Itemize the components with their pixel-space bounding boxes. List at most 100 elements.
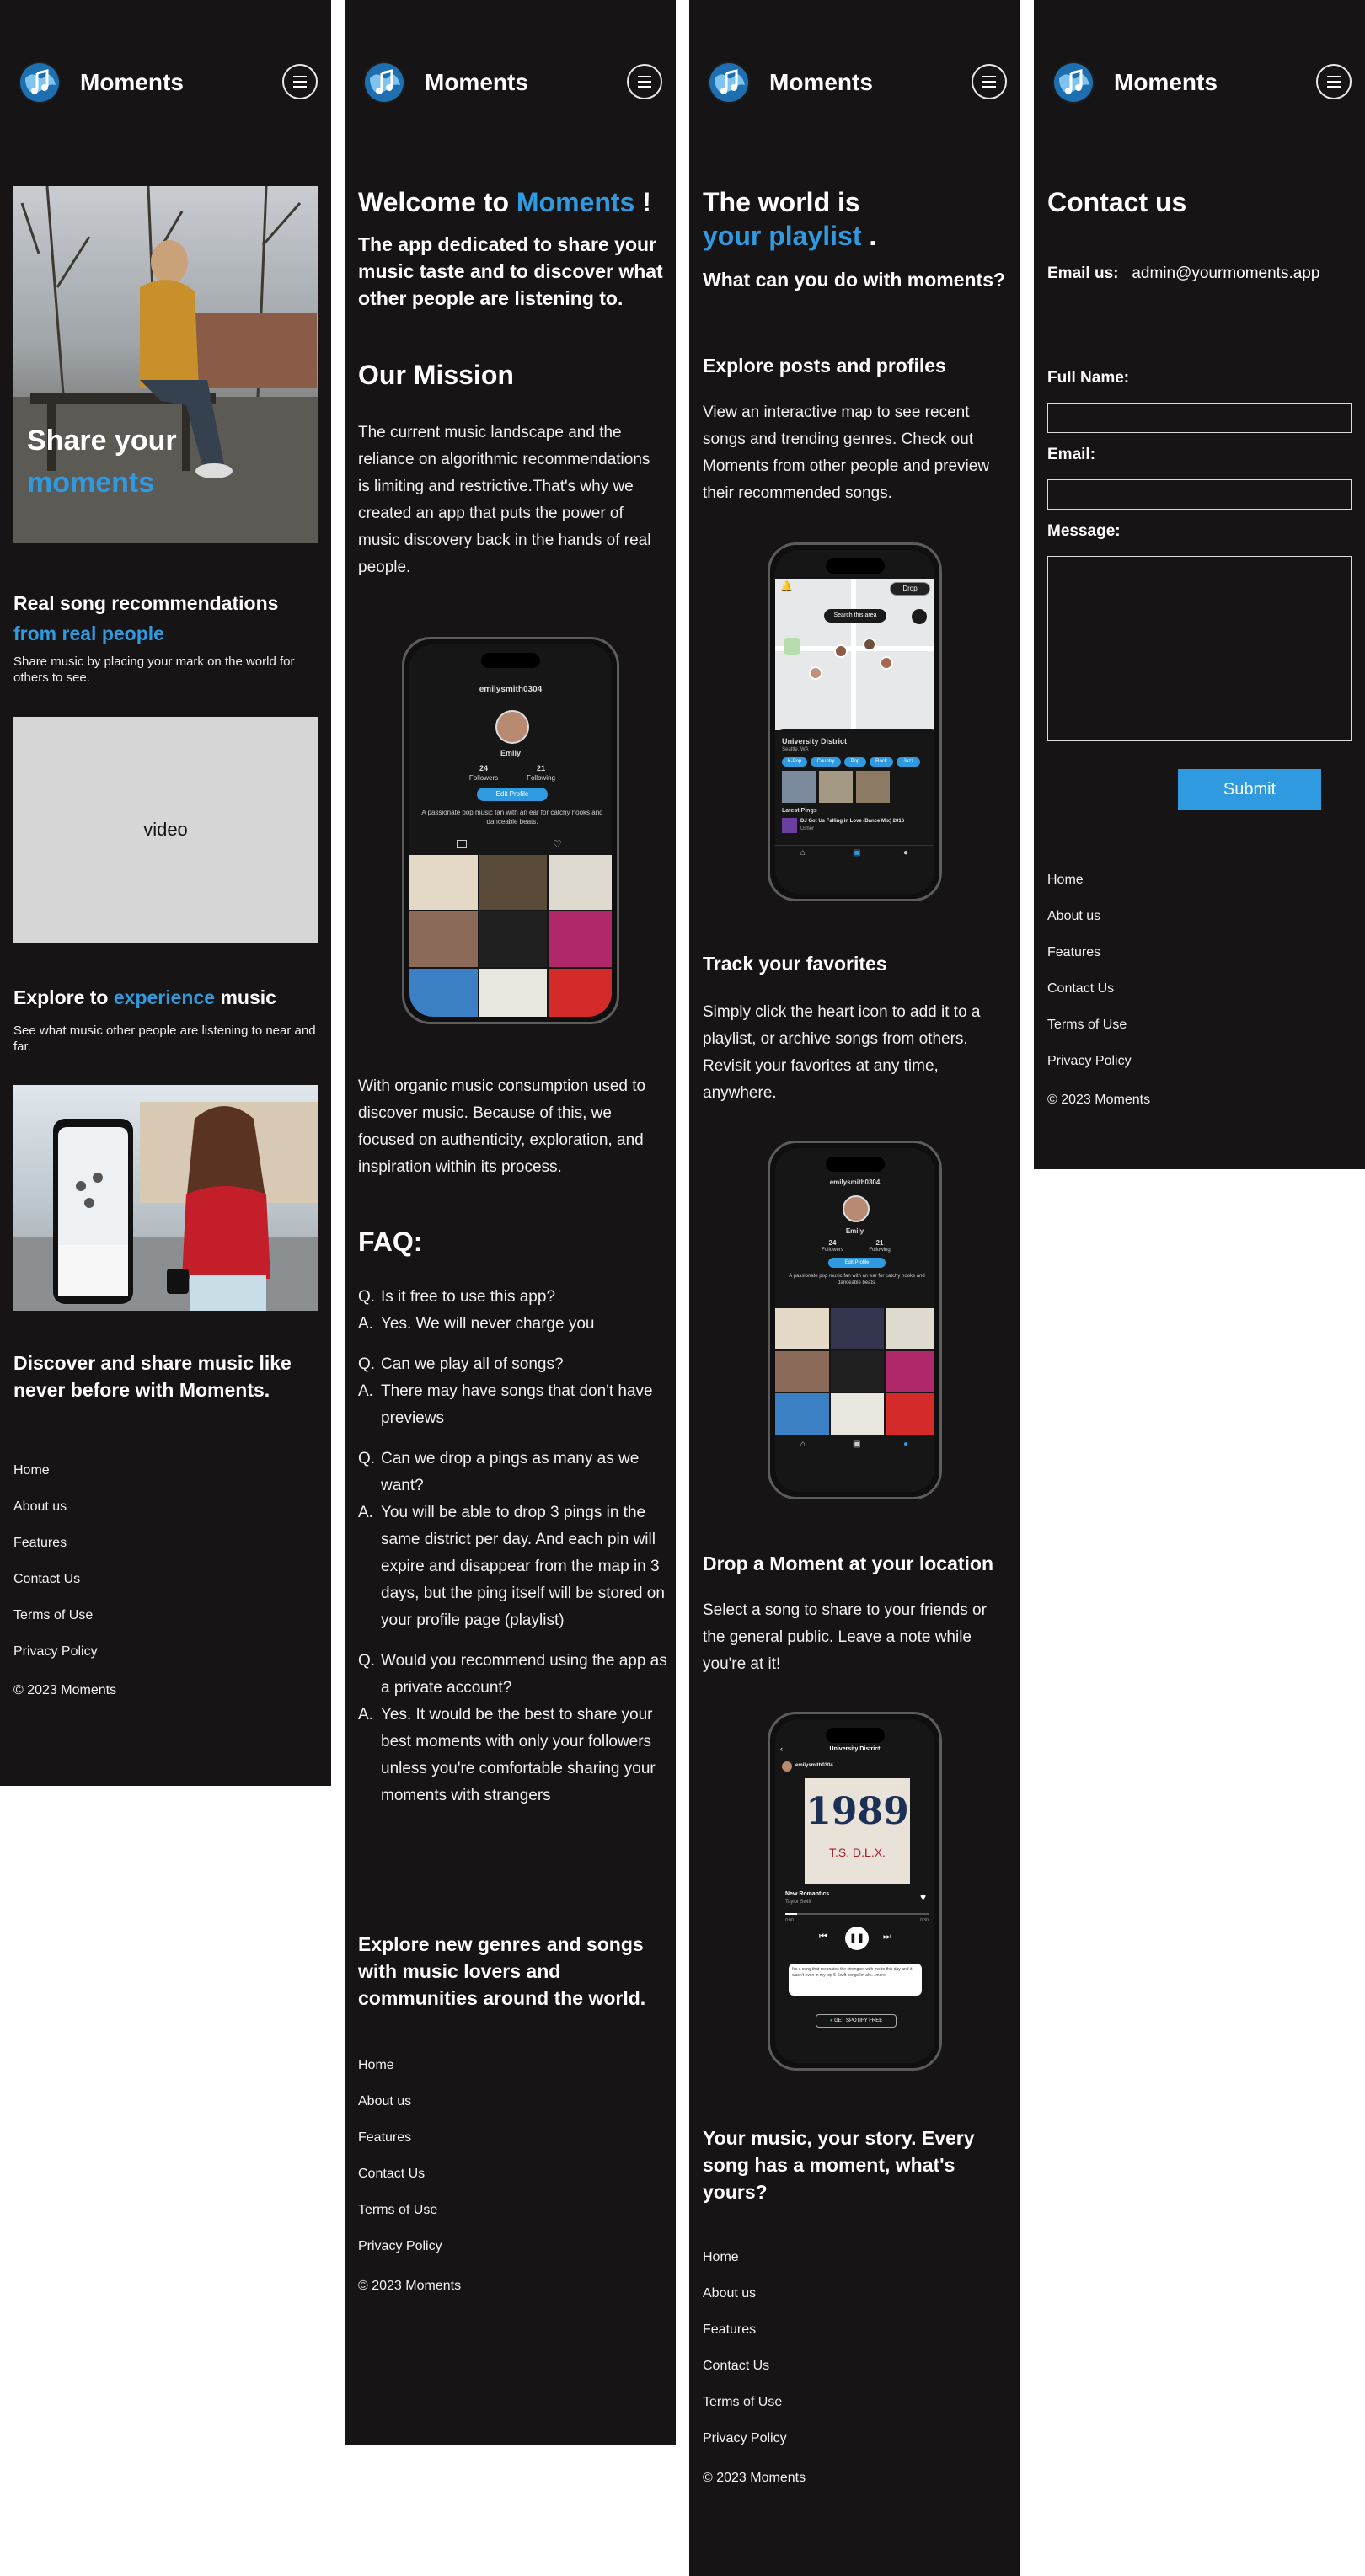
explore-image [13, 1085, 318, 1311]
email-field[interactable] [1047, 479, 1352, 510]
footer-link-about[interactable]: About us [13, 1499, 98, 1535]
footer-link-privacy[interactable]: Privacy Policy [358, 2238, 442, 2274]
message-field[interactable] [1047, 556, 1352, 741]
album-cover[interactable] [410, 911, 478, 967]
profile-tab-icon[interactable]: ● [903, 848, 908, 858]
footer-link-terms[interactable]: Terms of Use [1047, 1017, 1132, 1053]
archive-icon[interactable] [457, 840, 467, 848]
map-view[interactable]: 🔔 Drop Search this area [775, 579, 934, 730]
genre-tag[interactable]: Country [811, 757, 841, 767]
album-cover[interactable] [886, 1393, 934, 1435]
footer-link-privacy[interactable]: Privacy Policy [13, 1643, 98, 1680]
footer-link-contact[interactable]: Contact Us [13, 1571, 98, 1607]
footer-link-features[interactable]: Features [13, 1535, 98, 1571]
locate-icon[interactable] [912, 609, 927, 624]
hamburger-menu-icon[interactable] [1316, 64, 1352, 99]
email-link[interactable]: admin@yourmoments.app [1132, 265, 1320, 282]
footer-link-privacy[interactable]: Privacy Policy [703, 2430, 787, 2466]
globe-music-note-icon[interactable] [708, 61, 750, 104]
footer-link-about[interactable]: About us [1047, 908, 1132, 944]
album-art: 1989 T.S. D.L.X. [805, 1778, 910, 1884]
album-cover[interactable] [886, 1350, 934, 1392]
next-icon[interactable]: ⏭ [883, 1932, 891, 1943]
progress-track[interactable] [785, 1913, 929, 1915]
heart-icon[interactable]: ♡ [553, 838, 562, 850]
footer-link-about[interactable]: About us [358, 2093, 442, 2130]
full-name-field[interactable] [1047, 403, 1352, 433]
hamburger-menu-icon[interactable] [972, 64, 1007, 99]
footer-link-features[interactable]: Features [703, 2322, 787, 2358]
genre-tag[interactable]: K-Pop [782, 757, 807, 767]
album-cover[interactable] [549, 911, 612, 967]
footer-link-home[interactable]: Home [358, 2057, 442, 2093]
submit-button[interactable]: Submit [1178, 769, 1321, 810]
album-cover[interactable] [479, 968, 548, 1017]
faq-title: FAQ: [358, 1227, 423, 1257]
email-label: Email us: [1047, 265, 1119, 282]
album-cover[interactable] [830, 1350, 885, 1392]
pause-icon[interactable]: ❚❚ [845, 1927, 869, 1950]
album-cover[interactable] [830, 1308, 885, 1349]
footer-link-terms[interactable]: Terms of Use [703, 2394, 787, 2430]
genre-tag[interactable]: Pop [844, 757, 866, 767]
discover-heading: Discover and share music like never befo… [13, 1352, 292, 1401]
album-cover[interactable] [549, 968, 612, 1017]
home-tab-icon[interactable]: ⌂ [800, 1440, 806, 1449]
album-cover[interactable] [775, 1308, 829, 1349]
footer-link-home[interactable]: Home [1047, 872, 1132, 908]
hamburger-menu-icon[interactable] [282, 64, 318, 99]
drop-button[interactable]: Drop [890, 582, 930, 596]
genre-tag[interactable]: Rock [870, 757, 893, 767]
brand-name[interactable]: Moments [425, 69, 528, 96]
album-cover[interactable] [410, 968, 478, 1017]
video-placeholder[interactable]: video [13, 717, 318, 943]
map-pin[interactable] [880, 656, 893, 670]
footer-link-terms[interactable]: Terms of Use [358, 2202, 442, 2238]
edit-profile-button[interactable]: Edit Profile [828, 1258, 886, 1268]
album-cover[interactable] [775, 1393, 829, 1435]
footer-link-home[interactable]: Home [13, 1462, 98, 1499]
faq-question: Q. Is it free to use this app? [358, 1288, 556, 1306]
search-area-button[interactable]: Search this area [824, 609, 886, 623]
latest-song[interactable]: DJ Got Us Falling in Love (Dance Mix) 20… [800, 819, 904, 824]
album-art-subtitle: T.S. D.L.X. [829, 1846, 886, 1859]
bell-icon[interactable]: 🔔 [780, 580, 793, 592]
footer-link-contact[interactable]: Contact Us [358, 2166, 442, 2202]
tab-bar: ⌂ ▣ ● [775, 1436, 934, 1492]
heart-icon[interactable]: ♥ [920, 1891, 926, 1903]
edit-profile-button[interactable]: Edit Profile [477, 788, 548, 801]
brand-name[interactable]: Moments [80, 69, 184, 96]
album-cover[interactable] [775, 1350, 829, 1392]
map-pin[interactable] [834, 644, 848, 658]
previous-icon[interactable]: ⏮ [819, 1932, 827, 1943]
album-cover[interactable] [410, 855, 478, 911]
album-cover[interactable] [479, 855, 548, 911]
globe-music-note-icon[interactable] [363, 61, 405, 104]
album-art-title: 1989 [806, 1790, 909, 1833]
spotify-button[interactable]: ● GET SPOTIFY FREE [816, 2014, 897, 2028]
album-cover[interactable] [886, 1308, 934, 1349]
footer-link-contact[interactable]: Contact Us [703, 2358, 787, 2394]
map-pin[interactable] [863, 638, 876, 651]
footer-link-features[interactable]: Features [1047, 944, 1132, 981]
profile-tab-icon[interactable]: ● [903, 1440, 908, 1449]
home-tab-icon[interactable]: ⌂ [800, 848, 806, 858]
brand-name[interactable]: Moments [769, 69, 873, 96]
footer-link-features[interactable]: Features [358, 2130, 442, 2166]
album-cover[interactable] [830, 1393, 885, 1435]
genre-tag[interactable]: Jazz [897, 757, 920, 767]
map-pin[interactable] [809, 666, 822, 680]
footer-link-privacy[interactable]: Privacy Policy [1047, 1053, 1132, 1089]
album-cover[interactable] [479, 911, 548, 967]
footer-link-terms[interactable]: Terms of Use [13, 1607, 98, 1643]
footer-link-home[interactable]: Home [703, 2249, 787, 2285]
map-tab-icon[interactable]: ▣ [853, 848, 860, 858]
album-cover[interactable] [549, 855, 612, 911]
footer-link-about[interactable]: About us [703, 2285, 787, 2322]
map-tab-icon[interactable]: ▣ [853, 1440, 860, 1449]
globe-music-note-icon[interactable] [1052, 61, 1095, 104]
footer-link-contact[interactable]: Contact Us [1047, 981, 1132, 1017]
globe-music-note-icon[interactable] [19, 61, 61, 104]
brand-name[interactable]: Moments [1114, 69, 1218, 96]
hamburger-menu-icon[interactable] [627, 64, 662, 99]
